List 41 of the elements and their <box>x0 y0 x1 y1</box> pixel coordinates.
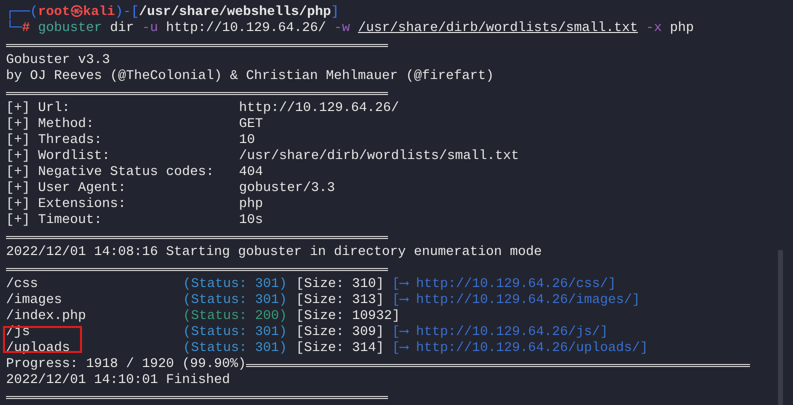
result-size: [Size: 313] <box>296 293 385 309</box>
config-label: [+] Wordlist: <box>6 149 111 165</box>
config-value: http://10.129.64.26/ <box>239 101 399 117</box>
result-status: (Status: 301) <box>183 277 288 293</box>
config-label: [+] Url: <box>6 101 71 117</box>
config-value: 10 <box>239 133 255 149</box>
result-status: (Status: 301) <box>183 341 288 357</box>
config-value: GET <box>239 117 263 133</box>
result-path: /images <box>6 293 63 309</box>
result-path: /index.php <box>6 309 87 325</box>
config-value: 10s <box>239 213 263 229</box>
result-status: (Status: 301) <box>183 293 288 309</box>
result-status: (Status: 200) <box>183 309 288 325</box>
scrollbar[interactable] <box>778 250 783 405</box>
result-size: [Size: 309] <box>296 325 385 341</box>
progress-text: Progress: 1918 / 1920 (99.90%) <box>6 357 246 373</box>
config-label: [+] Timeout: <box>6 213 103 229</box>
banner-line: by OJ Reeves (@TheColonial) & Christian Mehlmauer (@firefart) <box>6 69 495 85</box>
config-label: [+] User Agent: <box>6 181 127 197</box>
config-value: 404 <box>239 165 263 181</box>
config-label: [+] Method: <box>6 117 95 133</box>
config-value: /usr/share/dirb/wordlists/small.txt <box>239 149 519 165</box>
result-path: /css <box>6 277 39 293</box>
config-value: gobuster/3.3 <box>239 181 335 197</box>
result-redirect: [⟶ http://10.129.64.26/js/] <box>392 325 608 341</box>
result-redirect: [⟶ http://10.129.64.26/images/] <box>392 293 640 309</box>
start-line: 2022/12/01 14:08:16 Starting gobuster in directory enumeration mode <box>6 245 543 261</box>
finished-line: 2022/12/01 14:10:01 Finished <box>6 373 231 389</box>
config-label: [+] Threads: <box>6 133 103 149</box>
result-size: [Size: 310] <box>296 277 385 293</box>
config-label: [+] Negative Status codes: <box>6 165 215 181</box>
result-status: (Status: 301) <box>183 325 288 341</box>
command-line: └─# gobuster dir -u http://10.129.64.26/ -w /usr/share/dirb/wordlists/small.txt -x php <box>6 21 695 37</box>
result-size: [Size: 10932] <box>296 309 400 325</box>
result-redirect: [⟶ http://10.129.64.26/css/] <box>392 277 616 293</box>
banner-line: Gobuster v3.3 <box>6 53 111 69</box>
config-value: php <box>239 197 263 213</box>
prompt-line: ┌──(root㉿kali)-[/usr/share/webshells/php] <box>6 5 340 20</box>
config-label: [+] Extensions: <box>6 197 127 213</box>
result-redirect: [⟶ http://10.129.64.26/uploads/] <box>392 341 648 357</box>
result-size: [Size: 314] <box>296 341 385 357</box>
